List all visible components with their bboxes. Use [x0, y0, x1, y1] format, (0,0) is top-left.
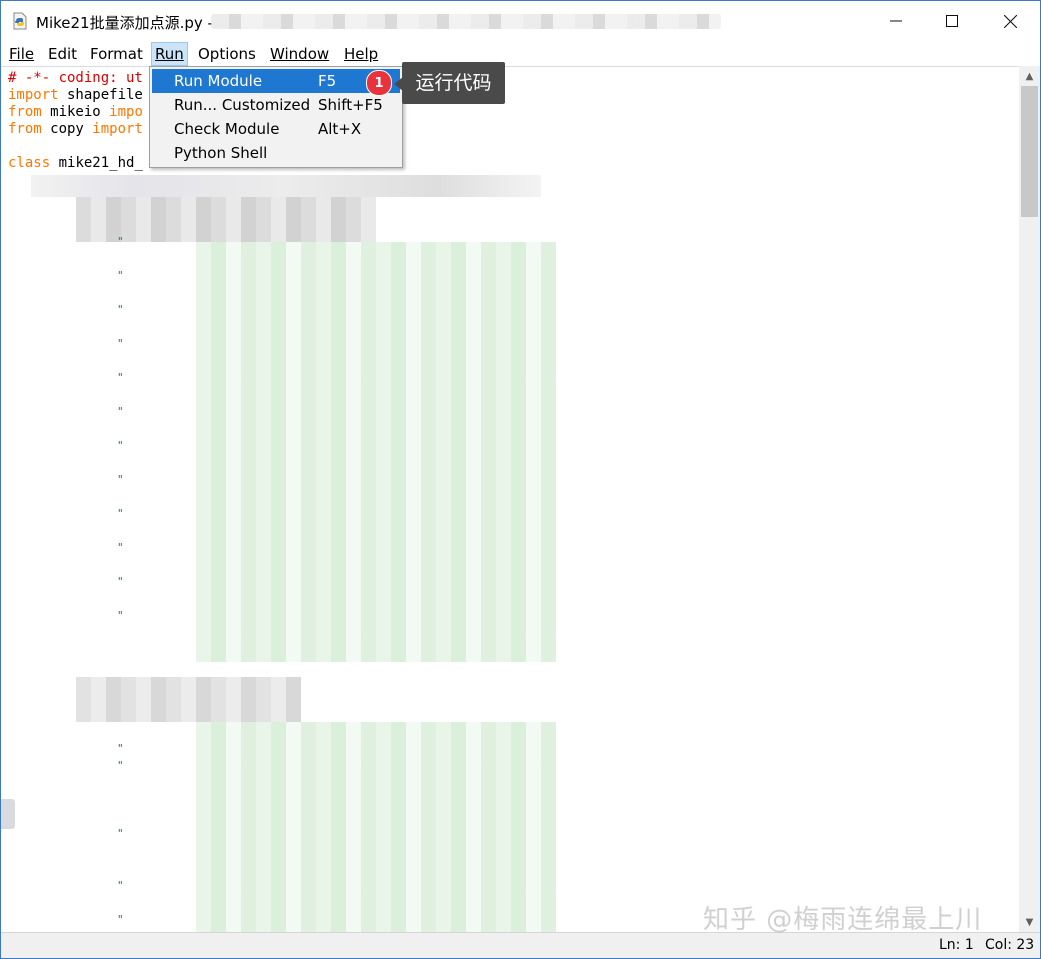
- watermark: 知乎 @梅雨连绵最上川: [703, 905, 983, 935]
- string-quote: ": [117, 879, 124, 892]
- vertical-scrollbar[interactable]: ▲ ▼: [1019, 66, 1040, 932]
- maximize-button[interactable]: [923, 1, 981, 41]
- menu-edit[interactable]: Edit: [45, 43, 80, 65]
- minimize-button[interactable]: [867, 1, 925, 41]
- window-title: Mike21批量添加点源.py -: [36, 14, 213, 32]
- idle-editor-window: Mike21批量添加点源.py - File Edit Format Run O…: [0, 0, 1041, 959]
- redacted-code: [31, 175, 541, 197]
- menu-item-label: Run Module: [174, 72, 263, 90]
- string-quote: ": [117, 575, 124, 588]
- menu-options[interactable]: Options: [195, 43, 259, 65]
- close-button[interactable]: [981, 1, 1039, 41]
- code-text: copy: [41, 121, 93, 137]
- code-line-4: from copy import: [8, 121, 143, 137]
- scroll-up-icon: ▲: [1025, 70, 1034, 82]
- string-quote: ": [117, 913, 124, 926]
- string-quote: ": [117, 303, 124, 316]
- python-file-icon: [13, 12, 27, 30]
- menu-help[interactable]: Help: [341, 43, 381, 65]
- menu-window-label: Window: [270, 45, 330, 63]
- menu-item-run-module[interactable]: Run Module F5: [152, 69, 400, 93]
- redacted-code: [196, 242, 556, 662]
- string-quote: ": [117, 473, 124, 486]
- menu-options-label: Options: [198, 45, 256, 63]
- status-line: Ln: 1: [939, 937, 974, 953]
- code-text: mikeio: [41, 104, 110, 120]
- menu-item-check-module[interactable]: Check Module Alt+X: [152, 117, 400, 141]
- string-quote: ": [117, 742, 124, 755]
- menu-edit-label: Edit: [48, 45, 78, 63]
- menu-bar: File Edit Format Run Options Window Help: [1, 41, 1040, 66]
- string-quote: ": [117, 269, 124, 282]
- menu-item-label: Python Shell: [174, 144, 268, 162]
- scroll-thumb[interactable]: [1021, 86, 1038, 217]
- string-quote: ": [117, 337, 124, 350]
- code-text: shapefile: [58, 87, 143, 103]
- menu-window[interactable]: Window: [267, 43, 332, 65]
- code-line-6: class mike21_hd_: [8, 155, 143, 171]
- status-column: Col: 23: [985, 937, 1035, 953]
- title-bar[interactable]: Mike21批量添加点源.py -: [1, 1, 1040, 41]
- run-menu-dropdown: Run Module F5 Run... Customized Shift+F5…: [149, 66, 403, 168]
- menu-item-label: Check Module: [174, 120, 280, 138]
- maximize-icon: [946, 15, 958, 27]
- code-line-1: # -*- coding: ut: [8, 70, 143, 86]
- keyword-from: from: [8, 121, 42, 137]
- redacted-code: [76, 677, 301, 722]
- string-quote: ": [117, 507, 124, 520]
- string-quote: ": [117, 371, 124, 384]
- keyword-import: import: [8, 87, 59, 103]
- string-quote: ": [117, 609, 124, 622]
- string-quote: ": [117, 827, 124, 840]
- step-badge: 1: [366, 70, 392, 96]
- title-path-redacted: [211, 14, 721, 29]
- string-quote: ": [117, 541, 124, 554]
- menu-item-shortcut: Shift+F5: [318, 96, 383, 114]
- menu-help-label: Help: [344, 45, 379, 63]
- keyword-class: class: [8, 155, 51, 171]
- menu-file-label: File: [9, 45, 35, 63]
- status-bar: Ln: 1 Col: 23: [1, 932, 1040, 958]
- minimize-icon: [890, 20, 902, 22]
- scroll-down-button[interactable]: ▼: [1019, 912, 1040, 932]
- menu-run-label: Run: [155, 45, 184, 63]
- code-editor[interactable]: # -*- coding: ut import shapefile from m…: [1, 66, 1019, 933]
- string-quote: ": [117, 235, 124, 248]
- code-line-2: import shapefile: [8, 87, 143, 103]
- string-quote: ": [117, 405, 124, 418]
- menu-file[interactable]: File: [6, 43, 37, 65]
- string-quote: ": [117, 439, 124, 452]
- keyword-from: from: [8, 104, 42, 120]
- side-tab[interactable]: [1, 799, 15, 829]
- menu-format[interactable]: Format: [87, 43, 146, 65]
- keyword-import: import: [92, 121, 143, 137]
- menu-item-run-customized[interactable]: Run... Customized Shift+F5: [152, 93, 400, 117]
- scroll-up-button[interactable]: ▲: [1019, 66, 1040, 86]
- menu-item-shortcut: F5: [318, 72, 337, 90]
- redacted-code: [196, 722, 556, 933]
- menu-format-label: Format: [90, 45, 143, 63]
- code-line-3: from mikeio impo: [8, 104, 143, 120]
- keyword-import: impo: [109, 104, 143, 120]
- menu-item-shortcut: Alt+X: [318, 120, 362, 138]
- code-text: mike21_hd_: [50, 155, 143, 171]
- callout-label: 运行代码: [402, 62, 505, 104]
- string-quote: ": [117, 759, 124, 772]
- menu-run[interactable]: Run: [151, 42, 188, 66]
- close-icon: [1003, 14, 1017, 28]
- scroll-down-icon: ▼: [1025, 916, 1034, 928]
- menu-item-python-shell[interactable]: Python Shell: [152, 141, 400, 165]
- menu-item-label: Run... Customized: [174, 96, 311, 114]
